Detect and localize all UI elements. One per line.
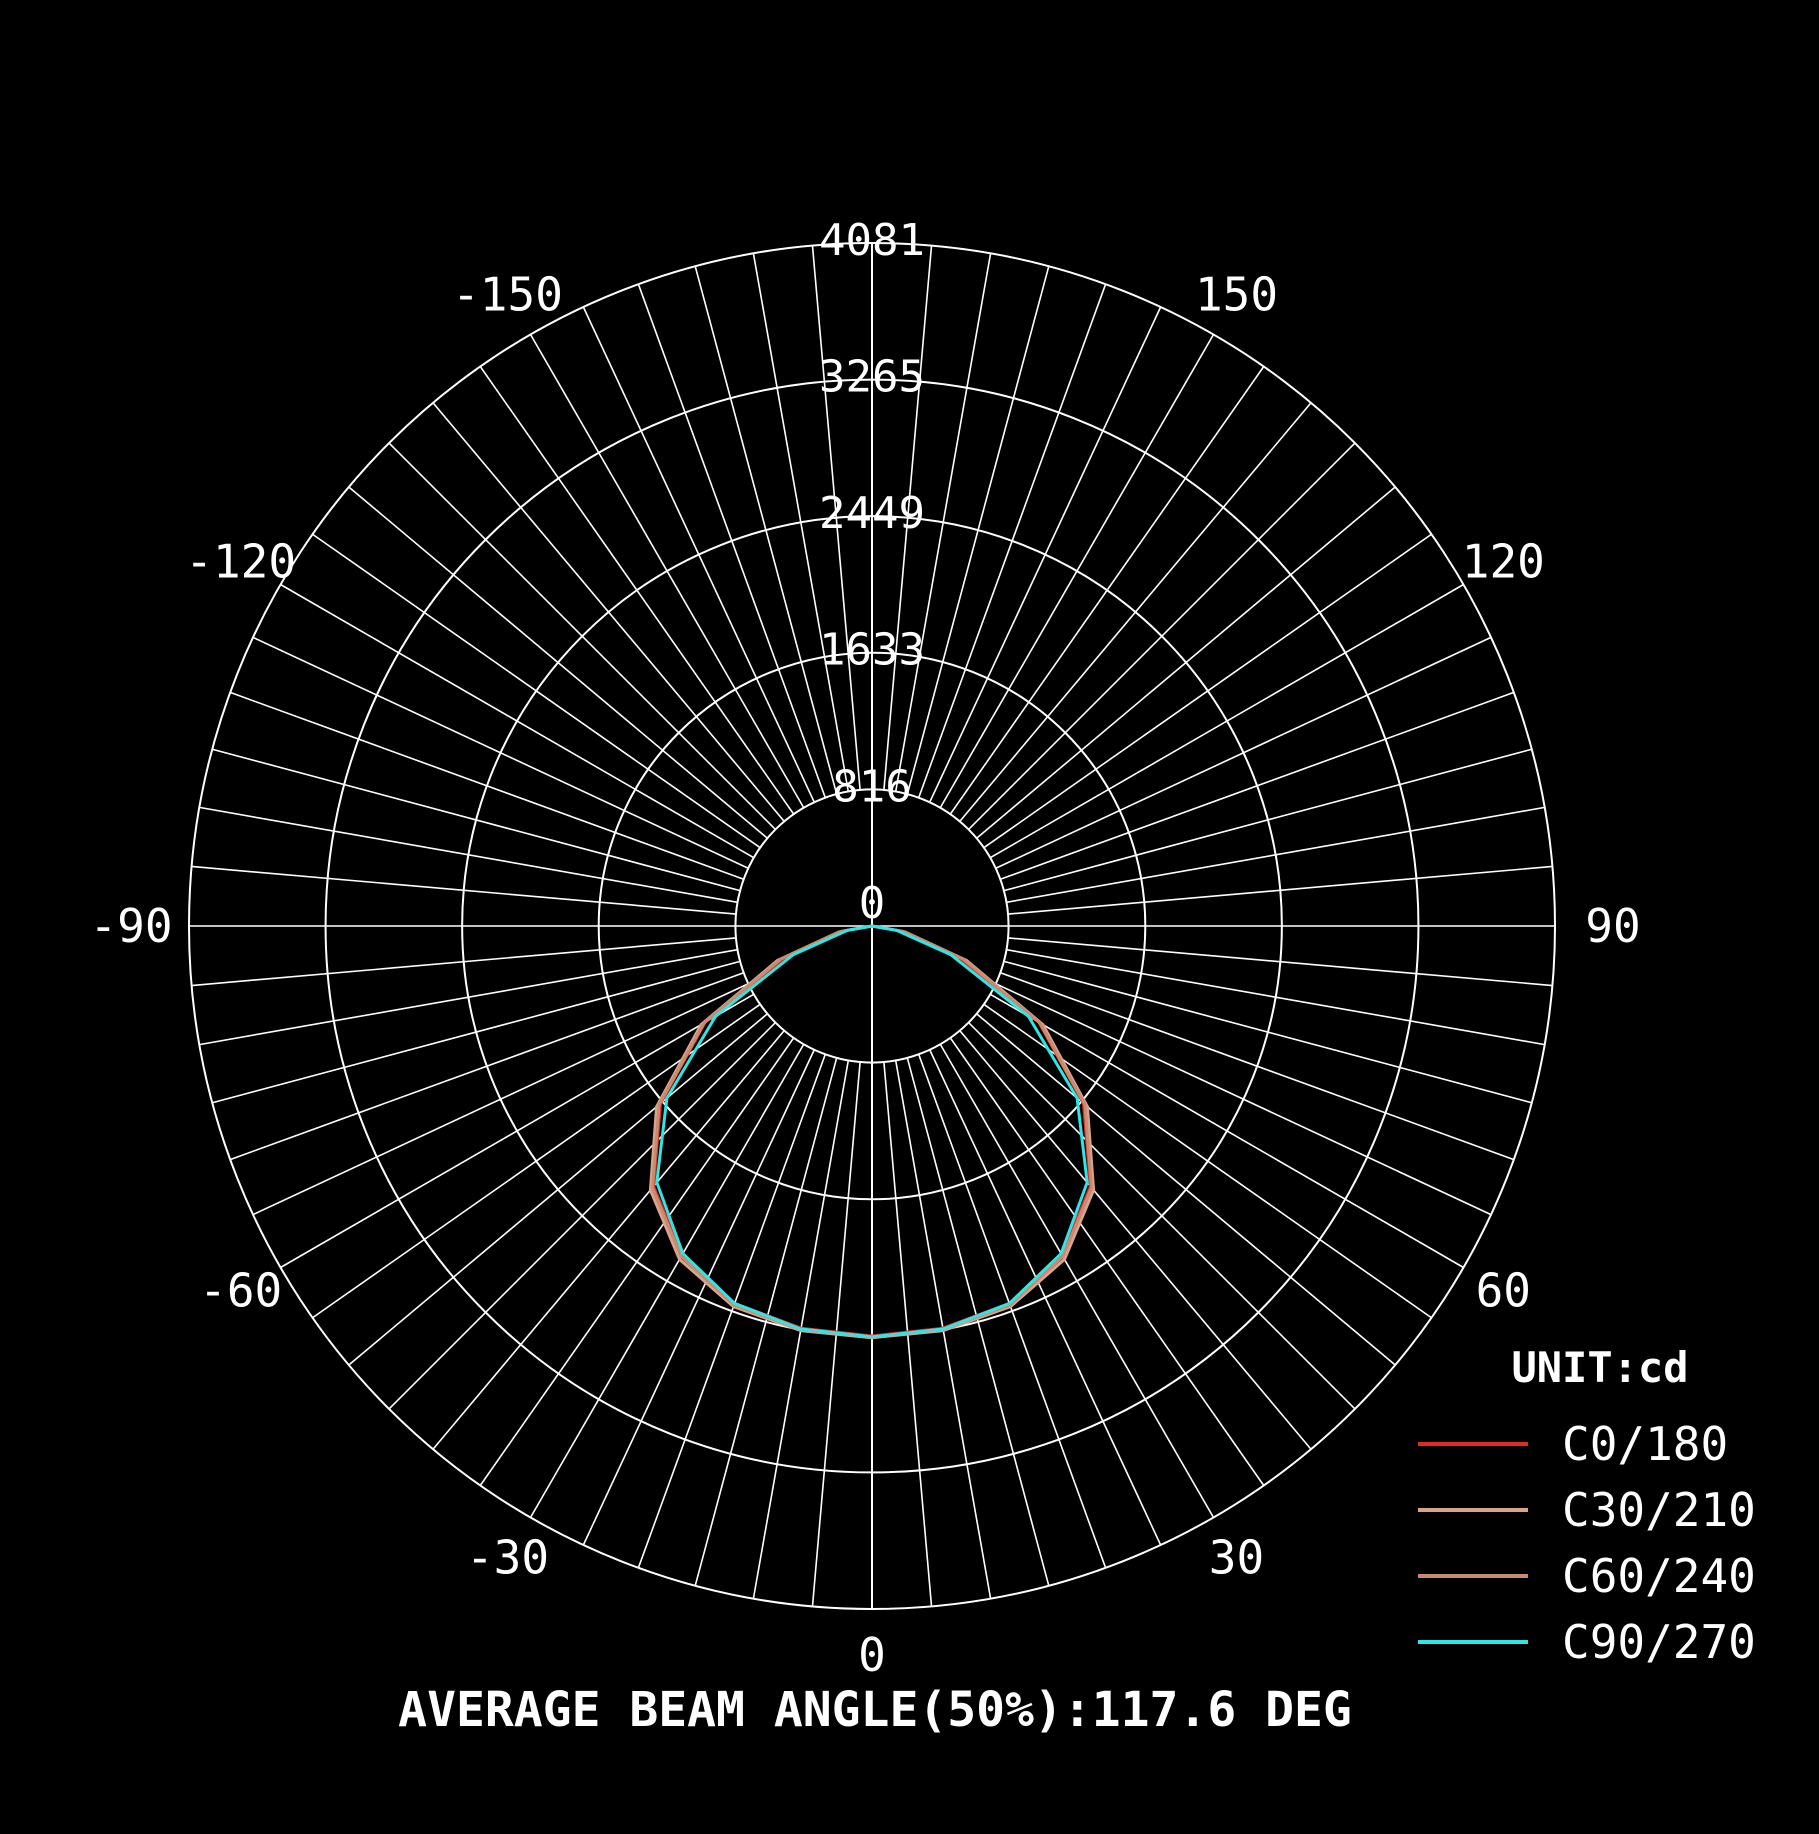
legend-label: C30/210 — [1562, 1483, 1756, 1537]
angle-label: 120 — [1462, 535, 1545, 589]
angle-label: 150 — [1195, 268, 1278, 322]
legend-label: C90/270 — [1562, 1615, 1756, 1669]
angle-label: -120 — [185, 535, 296, 589]
angle-label: -60 — [199, 1264, 282, 1318]
polar-intensity-chart: 0 816 1633 2449 3265 4081 -150 150 -120 120 -90 90 -… — [0, 0, 1819, 1834]
chart-background — [0, 0, 1819, 1834]
legend-label: C60/240 — [1562, 1549, 1756, 1603]
radial-tick-label: 2449 — [819, 488, 925, 539]
unit-label: UNIT:cd — [1511, 1343, 1688, 1392]
radial-tick-label: 816 — [832, 761, 911, 812]
angle-label: 60 — [1476, 1264, 1531, 1318]
beam-angle-annotation: AVERAGE BEAM ANGLE(50%):117.6 DEG — [398, 1682, 1352, 1738]
radial-tick-label: 3265 — [819, 352, 925, 403]
radial-tick-label: 4081 — [819, 215, 925, 266]
angle-label: -30 — [466, 1530, 549, 1584]
angle-label: -90 — [89, 899, 172, 953]
radial-tick-label: 0 — [859, 878, 886, 929]
angle-label: 90 — [1585, 899, 1640, 953]
angle-label: -150 — [452, 268, 563, 322]
angle-label: 0 — [858, 1628, 886, 1682]
radial-tick-label: 1633 — [819, 625, 925, 676]
legend-label: C0/180 — [1562, 1417, 1728, 1471]
angle-label: 30 — [1209, 1530, 1264, 1584]
